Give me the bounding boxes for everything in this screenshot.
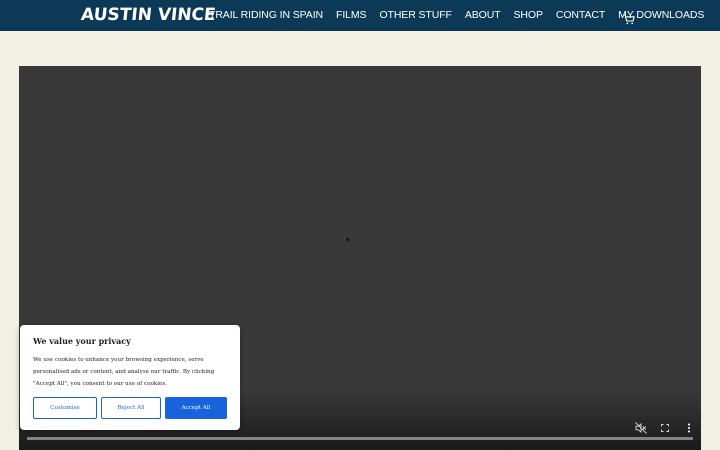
nav-item-about[interactable]: ABOUT [465, 0, 501, 31]
fullscreen-icon[interactable] [658, 420, 672, 434]
nav-item-contact[interactable]: CONTACT [556, 0, 605, 31]
main-nav: TRAIL RIDING IN SPAIN FILMS OTHER STUFF … [209, 0, 717, 31]
loading-indicator [346, 238, 349, 241]
reject-all-button[interactable]: Reject All [101, 397, 161, 419]
site-header: AUSTIN VINCE TRAIL RIDING IN SPAIN FILMS… [0, 0, 720, 31]
nav-item-films[interactable]: FILMS [336, 0, 367, 31]
nav-item-shop[interactable]: SHOP [514, 0, 543, 31]
more-options-icon[interactable] [682, 420, 696, 434]
customise-button[interactable]: Customise [33, 397, 97, 419]
nav-item-other-stuff[interactable]: OTHER STUFF [379, 0, 452, 31]
site-logo[interactable]: AUSTIN VINCE [80, 5, 217, 25]
consent-title: We value your privacy [33, 336, 131, 346]
consent-text: We use cookies to enhance your browsing … [33, 357, 215, 387]
nav-item-trail-riding[interactable]: TRAIL RIDING IN SPAIN [209, 0, 323, 31]
mute-icon[interactable] [634, 420, 648, 434]
accept-all-button[interactable]: Accept All [165, 397, 227, 419]
shopping-cart-icon[interactable] [623, 10, 635, 25]
video-progress-bar[interactable] [27, 437, 693, 440]
